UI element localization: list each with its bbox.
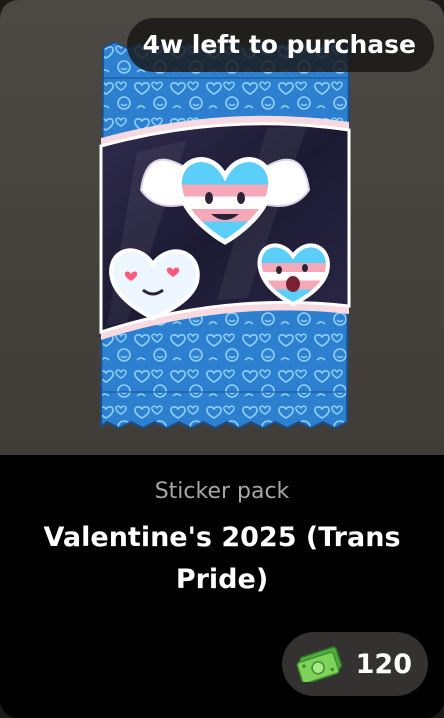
purchase-time-left-badge: 4w left to purchase bbox=[126, 18, 434, 72]
price-button[interactable]: 120 bbox=[281, 632, 428, 696]
item-name: Valentine's 2025 (Trans Pride) bbox=[43, 522, 401, 595]
item-type-label: Sticker pack bbox=[154, 479, 290, 504]
time-left-text: 4w left to purchase bbox=[142, 30, 416, 59]
pack-info-panel: Sticker pack Valentine's 2025 (Trans Pri… bbox=[0, 455, 444, 718]
price-value: 120 bbox=[355, 648, 412, 680]
sticker-pack-card[interactable]: 4w left to purchase Sticker pack Valenti… bbox=[0, 0, 444, 718]
pack-art-area: 4w left to purchase bbox=[0, 0, 444, 455]
cash-icon bbox=[296, 646, 342, 682]
sticker-pack-image bbox=[99, 42, 351, 428]
